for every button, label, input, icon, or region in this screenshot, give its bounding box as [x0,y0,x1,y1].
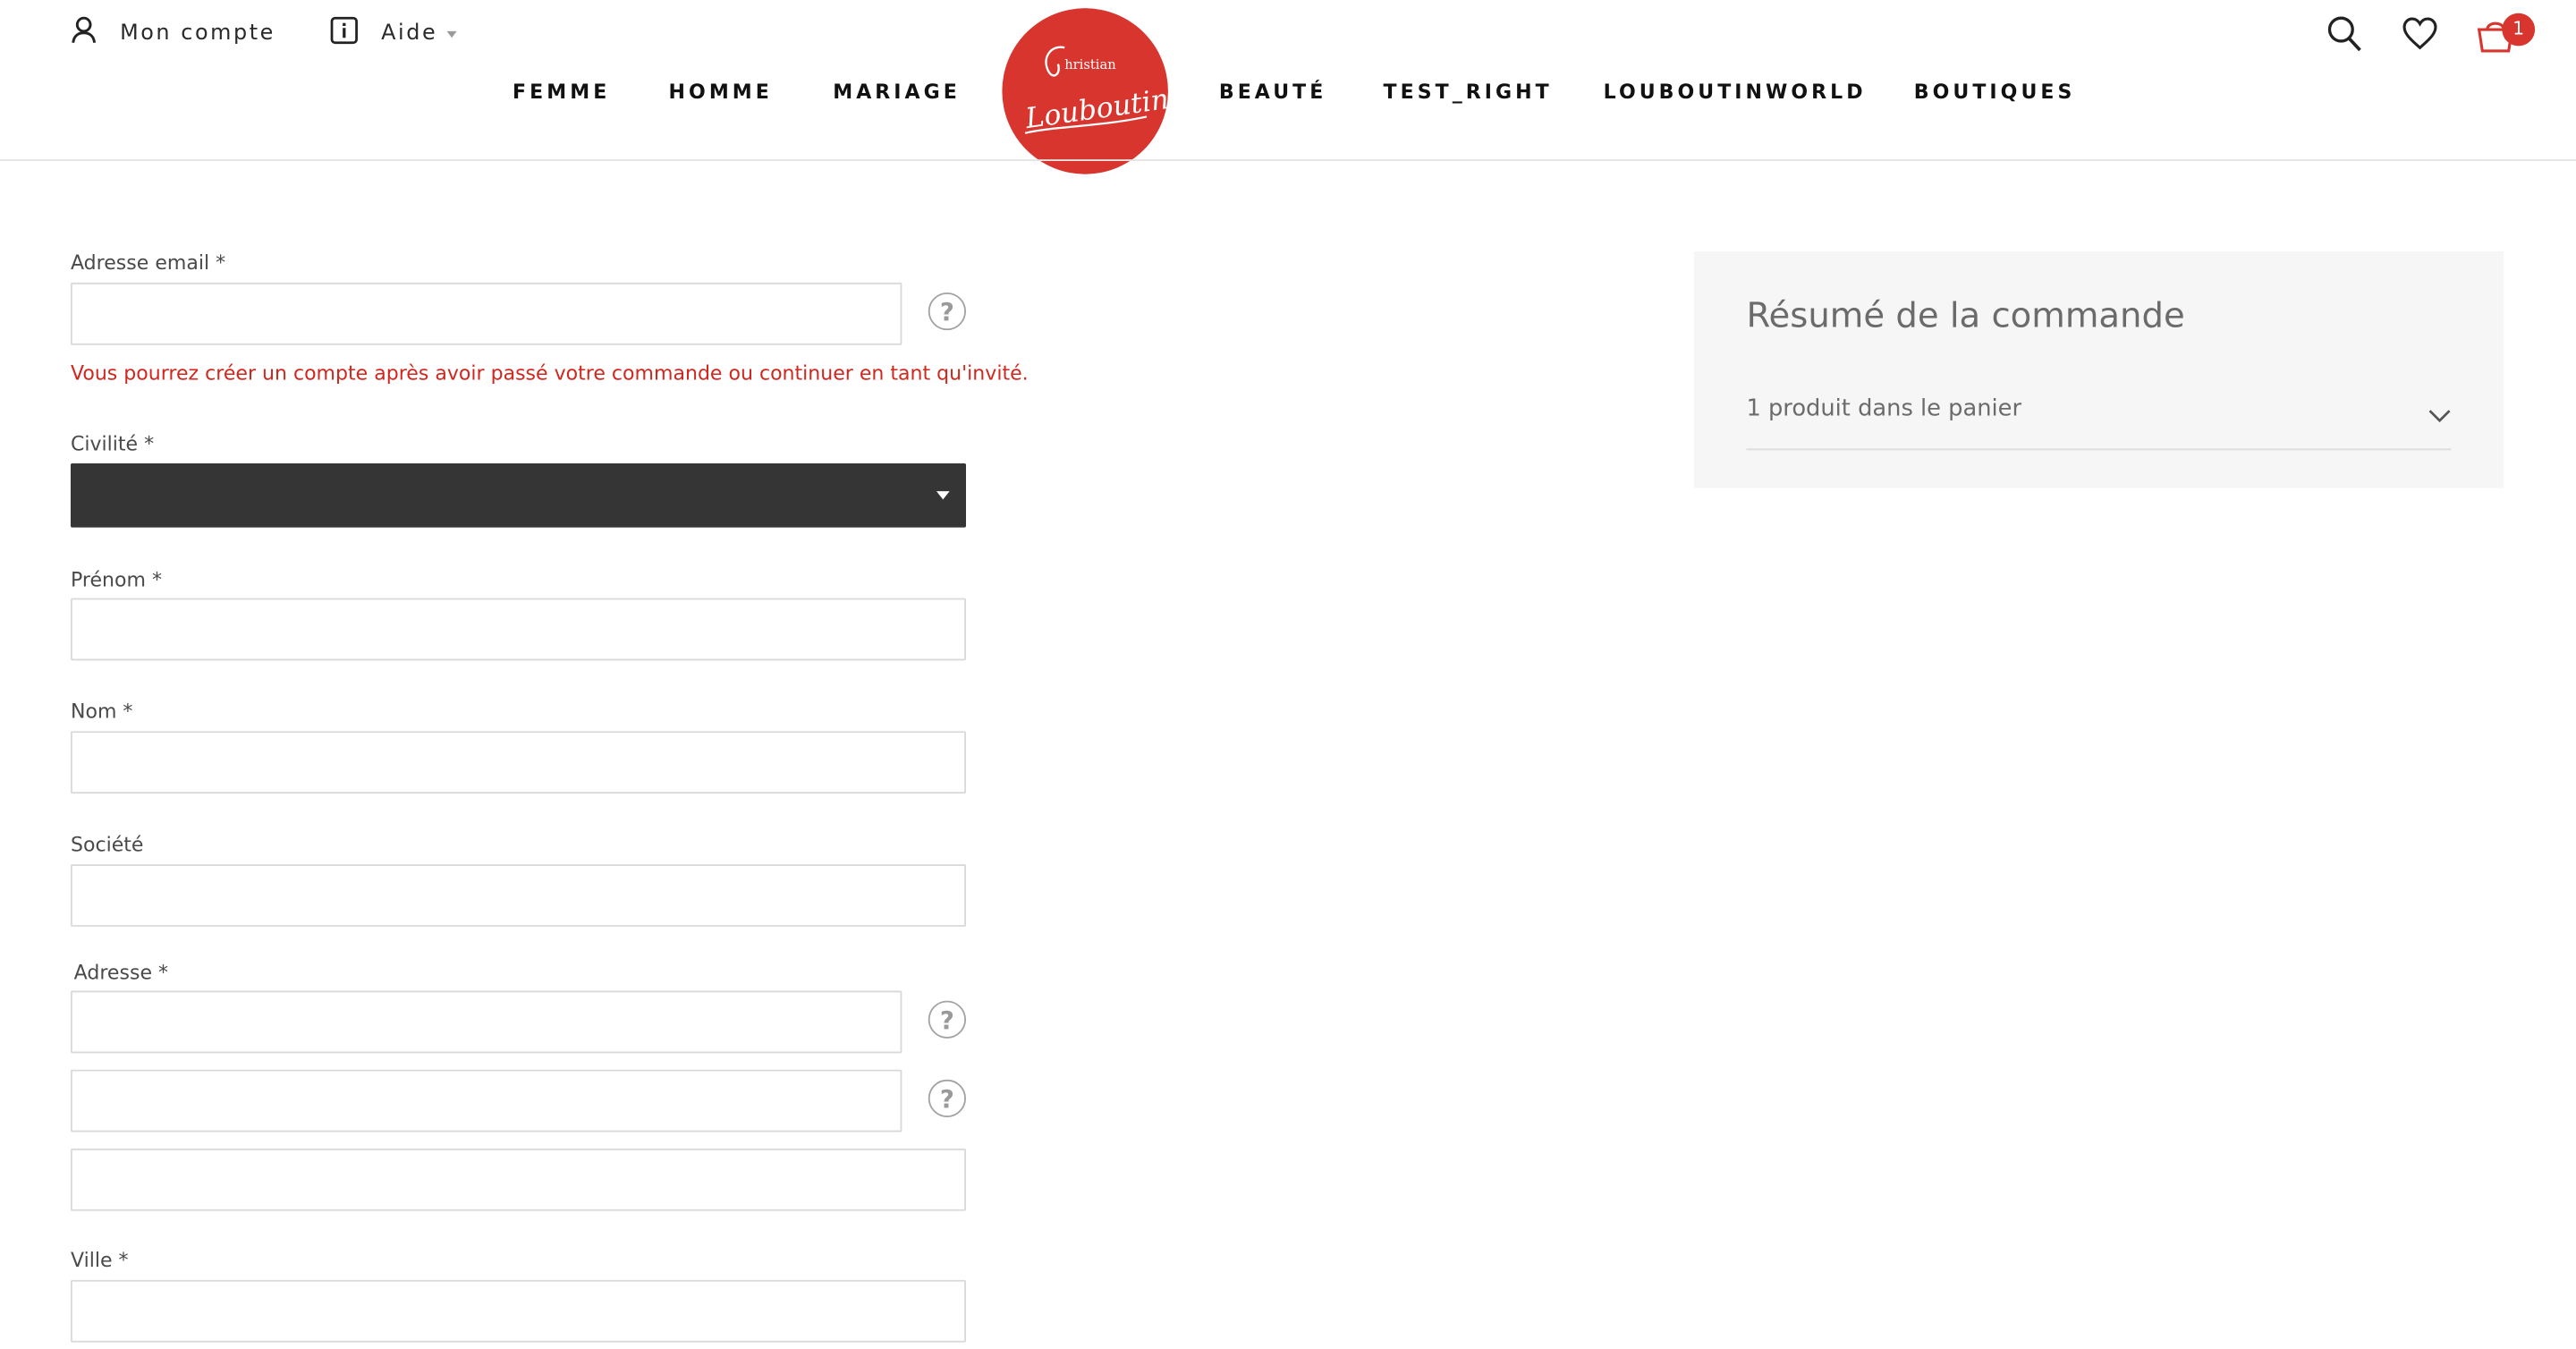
email-field[interactable] [70,282,902,345]
heart-icon [2402,17,2437,50]
search-button[interactable] [2326,15,2362,61]
adresse-line3-field[interactable] [70,1148,967,1211]
nav-mariage[interactable]: MARIAGE [833,81,961,104]
nav-louboutinworld[interactable]: LOUBOUTINWORLD [1604,81,1867,104]
adresse-line2-field[interactable] [70,1069,902,1133]
chevron-down-icon [2428,399,2452,430]
account-link[interactable]: Mon compte [71,16,275,49]
cart-products-toggle[interactable]: 1 produit dans le panier [1746,379,2452,451]
societe-field[interactable] [70,864,967,927]
order-summary-panel: Résumé de la commande 1 produit dans le … [1693,251,2504,488]
adresse-line2-help-icon[interactable]: ? [928,1079,967,1117]
help-menu[interactable]: Aide [330,15,458,50]
civilite-label: Civilité * [70,432,155,455]
help-label: Aide [381,20,438,46]
account-label: Mon compte [120,20,275,46]
info-icon [330,15,358,50]
adresse-line1-help-icon[interactable]: ? [928,1000,967,1039]
prenom-field[interactable] [70,598,967,661]
nav-homme[interactable]: HOMME [669,81,773,104]
logo-mark: hristian Louboutin [1022,46,1171,135]
email-info-message: Vous pourrez créer un compte après avoir… [70,361,1029,385]
nav-boutiques[interactable]: BOUTIQUES [1914,81,2076,104]
nav-beaute[interactable]: BEAUTÉ [1219,81,1326,104]
cart-products-count: 1 produit dans le panier [1746,395,2022,423]
header-divider [0,159,2576,162]
nav-femme[interactable]: FEMME [513,81,610,104]
prenom-label: Prénom * [70,568,162,592]
nom-label: Nom * [70,700,133,724]
nav-test-right[interactable]: TEST_RIGHT [1384,81,1553,104]
user-icon [71,15,97,51]
brand-logo[interactable]: hristian Louboutin [1002,8,1171,174]
logo-text-line1: hristian [1064,57,1116,72]
wishlist-button[interactable] [2402,15,2437,61]
order-summary-title: Résumé de la commande [1746,295,2185,335]
adresse-line1-field[interactable] [70,990,902,1054]
search-icon [2327,16,2361,52]
logo-text-line2: Louboutin [1022,83,1168,135]
email-help-icon[interactable]: ? [928,292,967,331]
cart-count-badge: 1 [2502,13,2536,47]
ville-field[interactable] [70,1279,967,1343]
email-label: Adresse email * [70,251,226,275]
societe-label: Société [70,833,144,856]
adresse-label: Adresse * [73,961,169,985]
dropdown-caret-icon [936,491,950,500]
chevron-down-icon [447,30,458,38]
civilite-select[interactable] [70,462,967,528]
nom-field[interactable] [70,731,967,794]
ville-label: Ville * [70,1248,129,1272]
